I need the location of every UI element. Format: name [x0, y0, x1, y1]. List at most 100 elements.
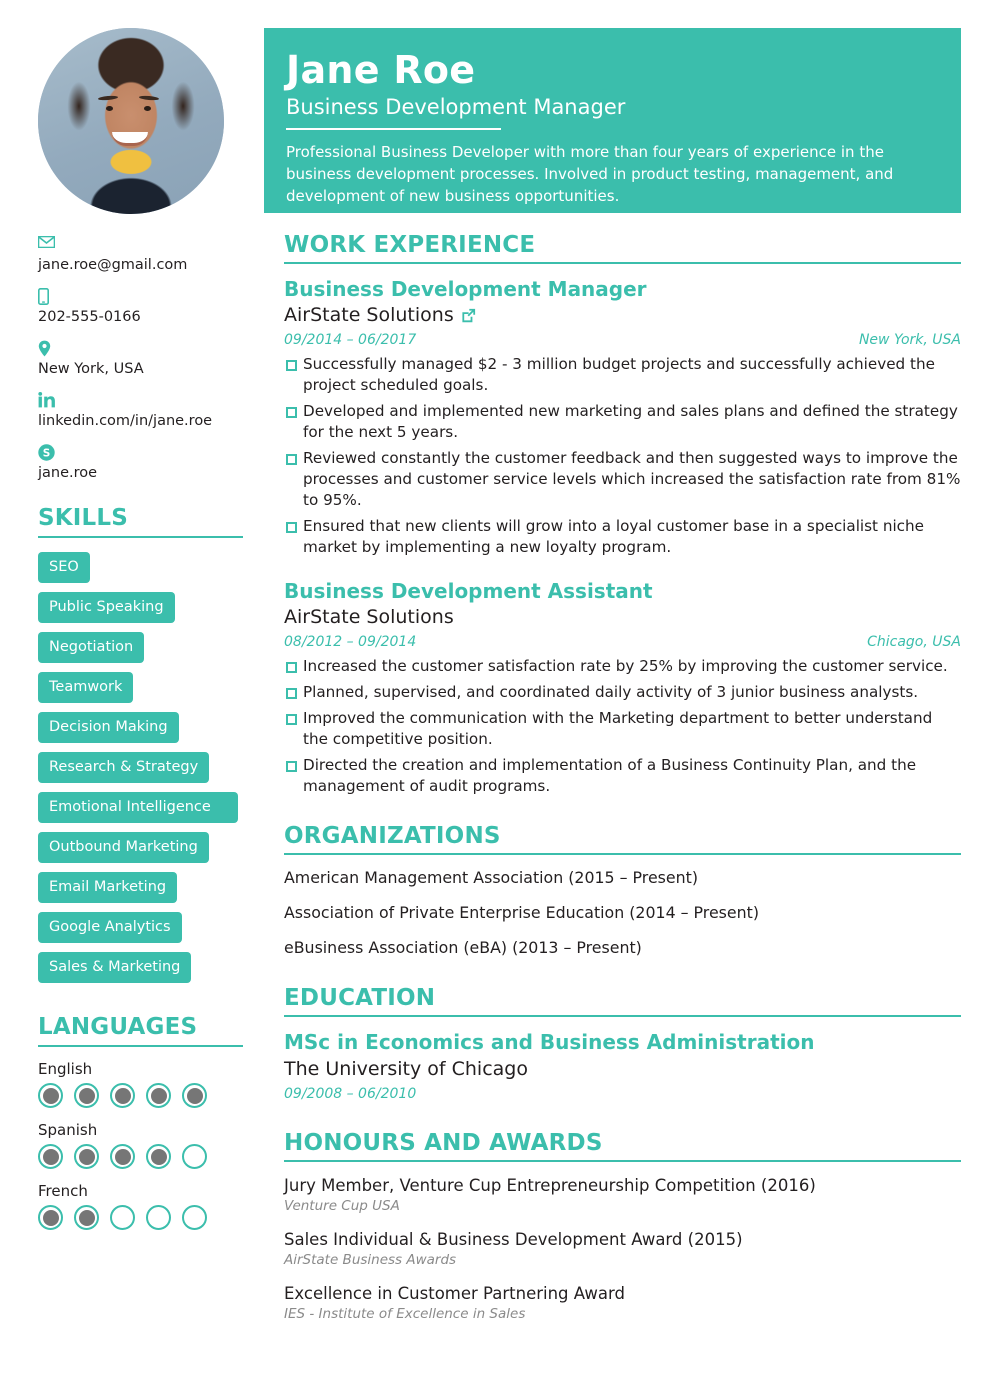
- skills-list: SEO Public Speaking Negotiation Teamwork…: [38, 552, 253, 992]
- education-degree: MSc in Economics and Business Administra…: [284, 1030, 815, 1054]
- education-heading: EDUCATION: [284, 985, 961, 1017]
- banner-divider: [286, 128, 501, 130]
- award-subtitle: Venture Cup USA: [284, 1198, 400, 1214]
- main-column: WORK EXPERIENCE Business Development Man…: [284, 232, 961, 1350]
- education-dates: 09/2008 – 06/2010: [284, 1086, 417, 1102]
- linkedin-icon: [38, 392, 243, 410]
- rating-dot: [38, 1144, 63, 1169]
- skills-heading: SKILLS: [38, 505, 243, 538]
- organization-item: Association of Private Enterprise Educat…: [284, 903, 759, 922]
- contact-item-linkedin: linkedin.com/in/jane.roe: [38, 392, 243, 431]
- skype-icon: S: [38, 444, 243, 462]
- skill-pill: SEO: [38, 552, 90, 583]
- rating-dot: [182, 1144, 207, 1169]
- section-education: EDUCATION MSc in Economics and Business …: [284, 985, 961, 1104]
- language-name: Spanish: [38, 1121, 98, 1139]
- skill-pill: Teamwork: [38, 672, 134, 703]
- award-subtitle: IES - Institute of Excellence in Sales: [284, 1306, 526, 1322]
- job-company: AirState Solutions: [284, 606, 454, 628]
- job-bullet: Directed the creation and implementation…: [284, 755, 961, 797]
- rating-dot: [146, 1205, 171, 1230]
- section-honours: HONOURS AND AWARDS Jury Member, Venture …: [284, 1130, 961, 1324]
- job-bullet: Ensured that new clients will grow into …: [284, 516, 961, 558]
- job-meta: 08/2012 – 09/2014 Chicago, USA: [284, 632, 961, 652]
- job-company: AirState Solutions: [284, 304, 454, 326]
- contact-value[interactable]: jane.roe@gmail.com: [38, 256, 243, 275]
- rating-dot: [38, 1083, 63, 1108]
- job-dates: 09/2014 – 06/2017: [284, 332, 417, 348]
- language-rating: [38, 1083, 243, 1108]
- organization-item: eBusiness Association (eBA) (2013 – Pres…: [284, 938, 642, 957]
- skill-pill: Negotiation: [38, 632, 145, 663]
- award-title: Jury Member, Venture Cup Entrepreneurshi…: [284, 1176, 816, 1195]
- svg-text:S: S: [43, 447, 51, 459]
- job-bullet: Increased the customer satisfaction rate…: [284, 656, 961, 677]
- award-title: Excellence in Customer Partnering Award: [284, 1284, 625, 1303]
- contact-item-phone: 202-555-0166: [38, 288, 243, 327]
- language-rating: [38, 1144, 243, 1169]
- award-title: Sales Individual & Business Development …: [284, 1230, 743, 1249]
- skill-pill: Research & Strategy: [38, 752, 210, 783]
- rating-dot: [38, 1205, 63, 1230]
- rating-dot: [110, 1205, 135, 1230]
- language-name: French: [38, 1182, 88, 1200]
- skill-pill: Emotional Intelligence: [38, 792, 238, 823]
- contact-value[interactable]: linkedin.com/in/jane.roe: [38, 412, 243, 431]
- skill-pill: Sales & Marketing: [38, 952, 192, 983]
- job-bullet: Successfully managed $2 - 3 million budg…: [284, 354, 961, 396]
- skill-pill: Decision Making: [38, 712, 179, 743]
- section-work-experience: WORK EXPERIENCE Business Development Man…: [284, 232, 961, 797]
- external-link-icon[interactable]: [461, 308, 476, 323]
- contact-value[interactable]: 202-555-0166: [38, 308, 243, 327]
- contact-value[interactable]: jane.roe: [38, 464, 243, 483]
- organizations-heading: ORGANIZATIONS: [284, 823, 961, 855]
- skill-pill: Google Analytics: [38, 912, 182, 943]
- job-bullets: Increased the customer satisfaction rate…: [284, 656, 961, 797]
- rating-dot: [110, 1083, 135, 1108]
- job-bullets: Successfully managed $2 - 3 million budg…: [284, 354, 961, 558]
- contact-item-email: jane.roe@gmail.com: [38, 236, 243, 275]
- contact-item-location: New York, USA: [38, 340, 243, 379]
- envelope-icon: [38, 236, 243, 254]
- contact-value: New York, USA: [38, 361, 144, 377]
- rating-dot: [146, 1083, 171, 1108]
- phone-icon: [38, 288, 243, 306]
- avatar-detail: [144, 106, 151, 111]
- rating-dot: [74, 1083, 99, 1108]
- skill-pill: Public Speaking: [38, 592, 175, 623]
- rating-dot: [74, 1205, 99, 1230]
- languages-list: English Spanish French: [38, 1059, 243, 1230]
- education-school: The University of Chicago: [284, 1058, 528, 1080]
- avatar-photo: [38, 28, 224, 214]
- skill-pill: Outbound Marketing: [38, 832, 209, 863]
- rating-dot: [182, 1083, 207, 1108]
- header-banner: Jane Roe Business Development Manager Pr…: [264, 28, 961, 213]
- language-item: Spanish: [38, 1120, 243, 1169]
- rating-dot: [74, 1144, 99, 1169]
- candidate-name: Jane Roe: [286, 48, 476, 92]
- work-experience-heading: WORK EXPERIENCE: [284, 232, 961, 264]
- resume-page: jane.roe@gmail.com 202-555-0166 New York…: [0, 0, 989, 1400]
- language-item: English: [38, 1059, 243, 1108]
- avatar-detail: [106, 106, 113, 111]
- job-bullet: Improved the communication with the Mark…: [284, 708, 961, 750]
- location-pin-icon: [38, 340, 243, 358]
- avatar: [38, 28, 224, 214]
- candidate-summary: Professional Business Developer with mor…: [286, 143, 894, 205]
- education-entry: MSc in Economics and Business Administra…: [284, 1029, 961, 1104]
- job-bullet: Reviewed constantly the customer feedbac…: [284, 448, 961, 511]
- language-rating: [38, 1205, 243, 1230]
- job-bullet: Planned, supervised, and coordinated dai…: [284, 682, 961, 703]
- award-item: Excellence in Customer Partnering Award …: [284, 1282, 961, 1324]
- award-subtitle: AirState Business Awards: [284, 1252, 457, 1268]
- rating-dot: [146, 1144, 171, 1169]
- award-item: Sales Individual & Business Development …: [284, 1228, 961, 1270]
- award-item: Jury Member, Venture Cup Entrepreneurshi…: [284, 1174, 961, 1216]
- rating-dot: [110, 1144, 135, 1169]
- language-name: English: [38, 1060, 93, 1078]
- job-title: Business Development Manager: [284, 277, 647, 301]
- job-location: Chicago, USA: [867, 634, 961, 650]
- rating-dot: [182, 1205, 207, 1230]
- job-entry: Business Development Assistant AirState …: [284, 578, 961, 797]
- honours-heading: HONOURS AND AWARDS: [284, 1130, 961, 1162]
